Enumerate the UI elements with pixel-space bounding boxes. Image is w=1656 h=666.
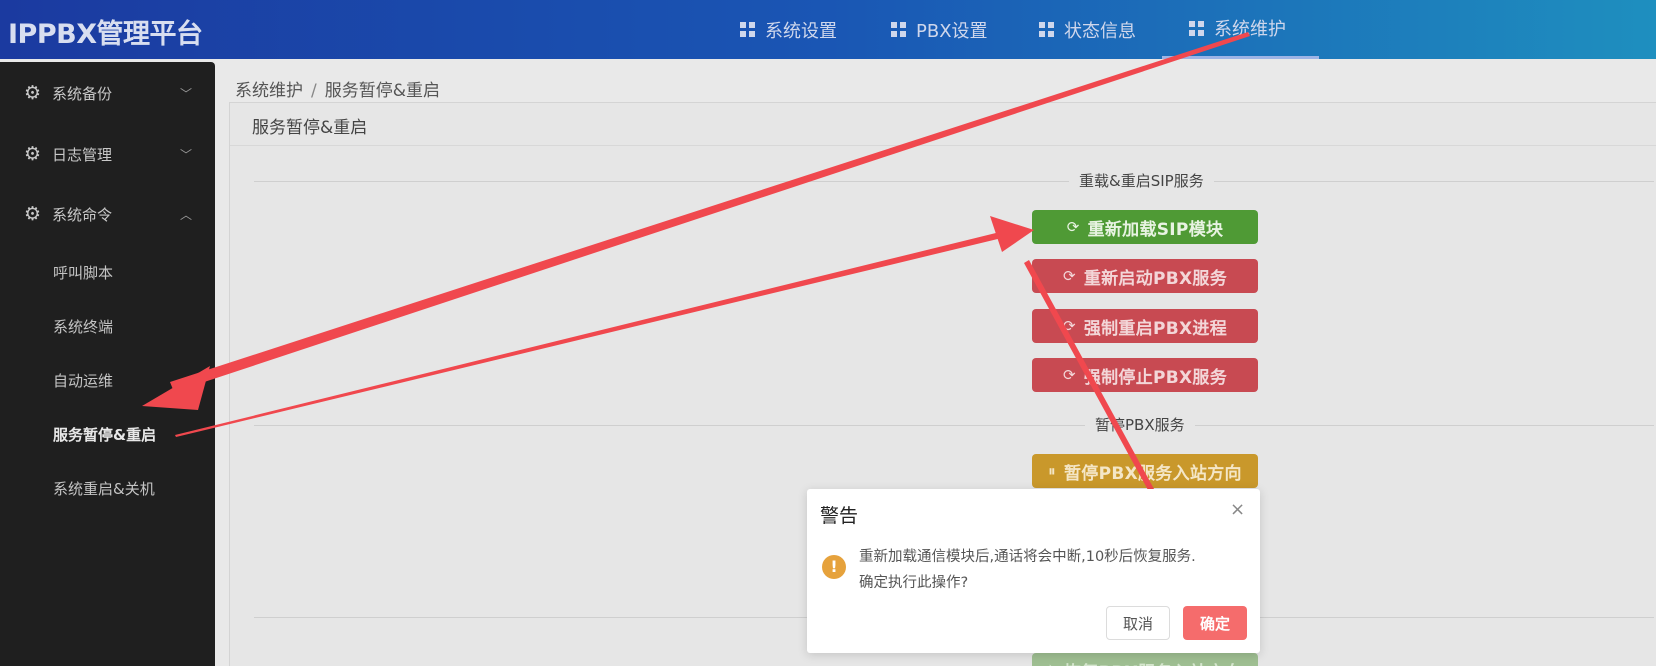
nav-system-maintenance[interactable]: 系统维护 [1162, 0, 1319, 59]
refresh-icon: ⟳ [1062, 317, 1076, 335]
breadcrumb: 系统维护 / 服务暂停&重启 [235, 76, 440, 101]
sidebar-item-call-script[interactable]: 呼叫脚本 [53, 262, 113, 283]
nav-label: 系统设置 [765, 20, 837, 42]
divider [230, 145, 1656, 146]
sidebar-group-label: 日志管理 [52, 145, 113, 164]
apps-icon [740, 22, 755, 37]
pause-pbx-inbound-button[interactable]: ⏸ 暂停PBX服务入站方向 [1032, 454, 1258, 488]
gear-icon: ⚙ [24, 82, 42, 104]
force-stop-pbx-service-button[interactable]: ⟳ 强制停止PBX服务 [1032, 358, 1258, 392]
dialog-message-line: 确定执行此操作? [859, 575, 969, 591]
sidebar-item-service-pause-restart[interactable]: 服务暂停&重启 [53, 424, 156, 445]
breadcrumb-item[interactable]: 系统维护 [235, 81, 303, 101]
card-title: 服务暂停&重启 [252, 118, 368, 138]
section-label-pause: 暂停PBX服务 [1085, 414, 1195, 435]
nav-label: 系统维护 [1214, 19, 1286, 40]
section-divider [254, 425, 1654, 426]
nav-label: PBX设置 [916, 20, 988, 42]
section-label-sip: 重载&重启SIP服务 [1069, 170, 1214, 191]
sidebar-group-system-backup[interactable]: ⚙ 系统备份 ﹀ [0, 73, 215, 113]
button-label: 强制重启PBX进程 [1083, 318, 1228, 339]
warning-icon: ! [822, 555, 846, 579]
pause-icon: ⏸ [1048, 462, 1056, 480]
play-icon: ⏵ [1048, 661, 1056, 666]
apps-icon [1189, 20, 1204, 36]
close-icon[interactable]: × [1230, 499, 1245, 520]
nav-system-settings[interactable]: 系统设置 [740, 0, 837, 59]
sidebar-group-label: 系统备份 [52, 84, 113, 103]
button-label: 重新启动PBX服务 [1083, 268, 1228, 289]
restart-pbx-service-button[interactable]: ⟳ 重新启动PBX服务 [1032, 259, 1258, 293]
nav-status-info[interactable]: 状态信息 [1039, 0, 1136, 59]
breadcrumb-item-current: 服务暂停&重启 [324, 81, 440, 101]
button-label: 重新加载SIP模块 [1087, 219, 1224, 240]
brand-title: IPPBX管理平台 [8, 19, 203, 50]
warning-dialog: 警告 × ! 重新加载通信模块后,通话将会中断,10秒后恢复服务. 确定执行此操… [807, 489, 1260, 653]
sidebar: ⚙ 系统备份 ﹀ ⚙ 日志管理 ﹀ ⚙ 系统命令 ︿ 呼叫脚本 系统终端 自动运… [0, 62, 215, 666]
refresh-icon: ⟳ [1066, 218, 1080, 236]
sidebar-item-auto-ops[interactable]: 自动运维 [53, 370, 113, 391]
button-label: 恢复PBX服务入站方向 [1064, 658, 1242, 666]
force-restart-pbx-process-button[interactable]: ⟳ 强制重启PBX进程 [1032, 309, 1258, 343]
chevron-down-icon: ﹀ [180, 147, 193, 162]
dialog-title: 警告 [820, 505, 859, 527]
section-divider [254, 181, 1654, 182]
chevron-up-icon: ︿ [180, 207, 193, 222]
confirm-button[interactable]: 确定 [1183, 606, 1247, 640]
gear-icon: ⚙ [24, 203, 42, 225]
sidebar-item-system-reboot-shutdown[interactable]: 系统重启&关机 [53, 478, 155, 499]
button-label: 暂停PBX服务入站方向 [1063, 463, 1242, 484]
sidebar-item-system-terminal[interactable]: 系统终端 [53, 316, 113, 337]
nav-label: 状态信息 [1064, 20, 1136, 42]
sidebar-group-log-management[interactable]: ⚙ 日志管理 ﹀ [0, 134, 215, 174]
dialog-message: 重新加载通信模块后,通话将会中断,10秒后恢复服务. 确定执行此操作? [859, 544, 1196, 596]
top-navbar: IPPBX管理平台 系统设置 PBX设置 状态信息 系统维护 [0, 0, 1656, 59]
reload-sip-module-button[interactable]: ⟳ 重新加载SIP模块 [1032, 210, 1258, 244]
gear-icon: ⚙ [24, 143, 42, 165]
button-label: 强制停止PBX服务 [1083, 367, 1228, 388]
sidebar-group-label: 系统命令 [52, 205, 113, 224]
resume-pbx-inbound-button[interactable]: ⏵ 恢复PBX服务入站方向 [1032, 653, 1258, 666]
apps-icon [1039, 22, 1054, 37]
nav-pbx-settings[interactable]: PBX设置 [891, 0, 988, 59]
dialog-message-line: 重新加载通信模块后,通话将会中断,10秒后恢复服务. [859, 549, 1196, 565]
refresh-icon: ⟳ [1062, 267, 1076, 285]
apps-icon [891, 22, 906, 37]
chevron-down-icon: ﹀ [180, 86, 193, 101]
refresh-icon: ⟳ [1062, 366, 1076, 384]
cancel-button[interactable]: 取消 [1106, 606, 1170, 640]
sidebar-group-system-commands[interactable]: ⚙ 系统命令 ︿ [0, 194, 215, 234]
breadcrumb-separator: / [311, 81, 317, 101]
